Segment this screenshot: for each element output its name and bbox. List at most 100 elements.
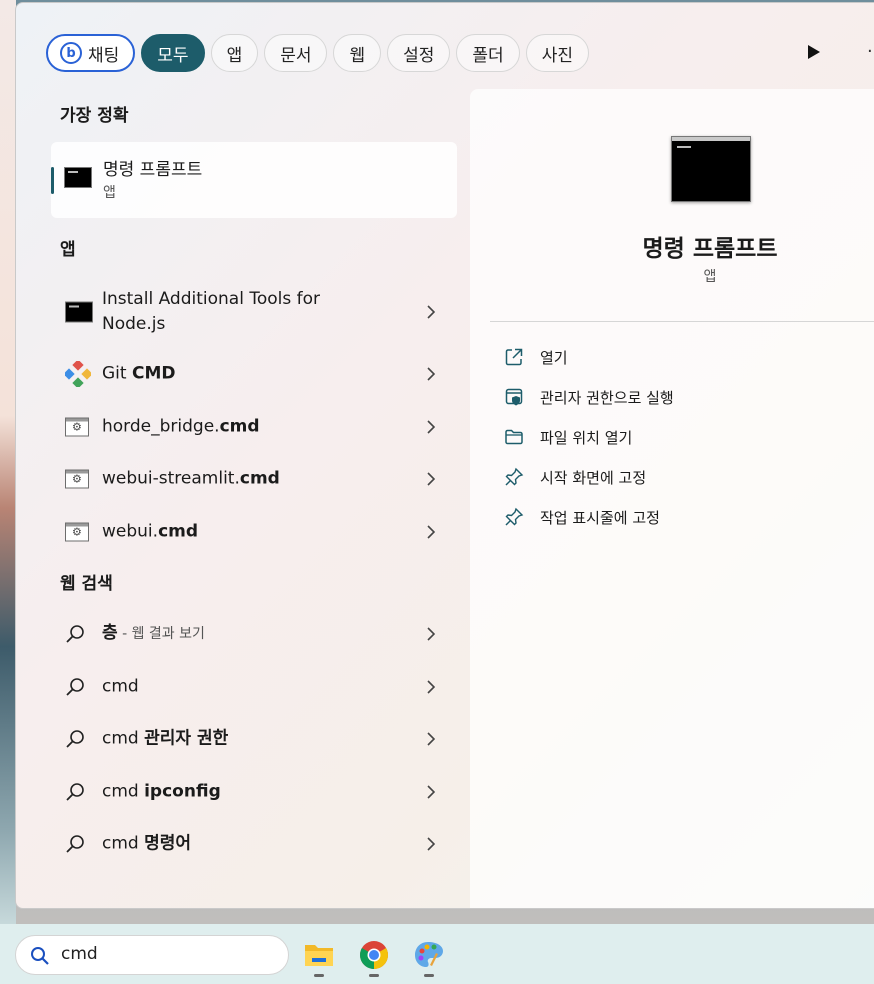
- command-prompt-icon: [64, 167, 92, 188]
- label-text: Git: [102, 363, 132, 384]
- web-result-item[interactable]: 층 - 웹 결과 보기: [51, 611, 457, 657]
- chevron-right-icon[interactable]: [427, 627, 435, 641]
- app-result-label: webui-streamlit.cmd: [102, 467, 280, 492]
- command-prompt-icon: [671, 136, 751, 202]
- desktop-wallpaper: [0, 0, 16, 924]
- chevron-right-icon[interactable]: [427, 305, 435, 319]
- app-result-label: Git CMD: [102, 362, 175, 387]
- label-match: ipconfig: [144, 781, 221, 802]
- divider: [490, 321, 874, 322]
- action-pin-to-start[interactable]: 시작 화면에 고정: [504, 465, 646, 489]
- app-result-line: Install Additional Tools for: [102, 289, 320, 309]
- app-result-item[interactable]: webui.cmd: [51, 509, 457, 555]
- search-icon: [66, 730, 84, 748]
- chevron-right-icon[interactable]: [427, 472, 435, 486]
- filter-chip-label: 설정: [403, 45, 435, 66]
- filter-chip-label: 모두: [157, 45, 189, 66]
- filter-chip-folders[interactable]: 폴더: [456, 34, 520, 72]
- detail-pane: 명령 프롬프트 앱 열기 관리자 권한으로 실행 파일 위치 열기 시작 화면에…: [470, 89, 874, 908]
- filter-chip-photos[interactable]: 사진: [525, 34, 589, 72]
- web-result-label: cmd: [102, 675, 139, 700]
- web-result-label: cmd 명령어: [102, 832, 191, 857]
- play-icon[interactable]: [806, 43, 822, 61]
- search-icon: [66, 678, 84, 696]
- label-text: webui-streamlit.: [102, 468, 240, 489]
- taskbar-search-box[interactable]: cmd: [15, 935, 289, 975]
- chevron-right-icon[interactable]: [427, 367, 435, 381]
- action-pin-to-taskbar[interactable]: 작업 표시줄에 고정: [504, 505, 660, 529]
- search-icon: [31, 947, 49, 965]
- bing-icon: b: [60, 42, 82, 64]
- best-match-name: 명령 프롬프트: [103, 160, 203, 180]
- best-match-item[interactable]: 명령 프롬프트 앱: [51, 142, 457, 218]
- paint-icon[interactable]: [413, 939, 445, 977]
- action-open[interactable]: 열기: [504, 345, 568, 369]
- run-as-admin-icon: [505, 388, 523, 406]
- app-result-label: Install Additional Tools for Node.js: [102, 287, 320, 337]
- search-icon: [66, 783, 84, 801]
- filter-chip-all[interactable]: 모두: [141, 34, 205, 72]
- chevron-right-icon[interactable]: [427, 680, 435, 694]
- apps-heading: 앱: [60, 240, 76, 260]
- detail-title: 명령 프롬프트: [642, 236, 778, 262]
- label-match: cmd: [239, 468, 280, 489]
- label-match: 관리자 권한: [144, 728, 229, 749]
- web-result-note: - 웹 결과 보기: [117, 626, 205, 642]
- filter-chip-label: 앱: [226, 45, 243, 66]
- chevron-right-icon[interactable]: [427, 732, 435, 746]
- pin-icon: [505, 507, 524, 526]
- web-result-item[interactable]: cmd 명령어: [51, 821, 457, 867]
- file-explorer-icon[interactable]: [303, 939, 335, 977]
- filter-chip-documents[interactable]: 문서: [264, 34, 328, 72]
- action-label: 파일 위치 열기: [540, 428, 633, 447]
- chevron-right-icon[interactable]: [427, 525, 435, 539]
- open-external-icon: [505, 348, 523, 366]
- chevron-right-icon[interactable]: [427, 420, 435, 434]
- label-text: cmd: [102, 781, 145, 802]
- action-label: 관리자 권한으로 실행: [540, 388, 674, 407]
- filter-chip-web[interactable]: 웹: [333, 34, 382, 72]
- web-result-item[interactable]: cmd: [51, 664, 457, 710]
- chevron-right-icon[interactable]: [427, 837, 435, 851]
- pin-icon: [505, 467, 524, 486]
- label-match: CMD: [131, 363, 176, 384]
- web-result-item[interactable]: cmd ipconfig: [51, 769, 457, 815]
- search-icon: [66, 625, 84, 643]
- filter-chip-label: 채팅: [88, 45, 120, 66]
- search-input[interactable]: cmd: [61, 944, 98, 964]
- label-match: cmd: [158, 521, 199, 542]
- search-icon: [66, 835, 84, 853]
- web-result-item[interactable]: cmd 관리자 권한: [51, 716, 457, 762]
- chevron-right-icon[interactable]: [427, 785, 435, 799]
- command-prompt-icon: [65, 301, 93, 323]
- best-match-heading: 가장 정확: [60, 106, 129, 126]
- filter-chip-apps[interactable]: 앱: [210, 34, 259, 72]
- filter-chip-label: 폴더: [472, 45, 504, 66]
- action-open-file-location[interactable]: 파일 위치 열기: [504, 425, 632, 449]
- app-result-label: horde_bridge.cmd: [102, 415, 260, 440]
- more-options-icon[interactable]: ·: [867, 41, 873, 62]
- chrome-icon[interactable]: [358, 939, 390, 977]
- batch-file-icon: [65, 417, 89, 437]
- app-result-item[interactable]: Install Additional Tools for Node.js: [51, 285, 457, 339]
- start-search-panel: b 채팅 모두 앱 문서 웹 설정 폴더 사진 · 가장 정확 명령 프롬프트 …: [15, 2, 874, 909]
- label-text: cmd: [102, 728, 145, 749]
- web-search-heading: 웹 검색: [60, 574, 113, 594]
- filter-chip-settings[interactable]: 설정: [387, 34, 451, 72]
- filter-chip-label: 문서: [280, 45, 312, 66]
- best-match-type: 앱: [103, 185, 116, 201]
- action-label: 열기: [540, 348, 568, 367]
- app-result-label: webui.cmd: [102, 520, 198, 545]
- selection-indicator: [51, 167, 54, 194]
- git-icon: [65, 361, 91, 387]
- label-text: webui.: [102, 521, 159, 542]
- app-result-item[interactable]: webui-streamlit.cmd: [51, 456, 457, 502]
- batch-file-icon: [65, 469, 89, 489]
- action-run-as-admin[interactable]: 관리자 권한으로 실행: [504, 385, 674, 409]
- action-label: 시작 화면에 고정: [540, 468, 647, 487]
- filter-chip-chat[interactable]: b 채팅: [46, 34, 136, 72]
- detail-subtitle: 앱: [703, 269, 717, 285]
- app-result-item[interactable]: Git CMD: [51, 351, 457, 397]
- app-result-item[interactable]: horde_bridge.cmd: [51, 404, 457, 450]
- web-result-label: cmd 관리자 권한: [102, 727, 228, 752]
